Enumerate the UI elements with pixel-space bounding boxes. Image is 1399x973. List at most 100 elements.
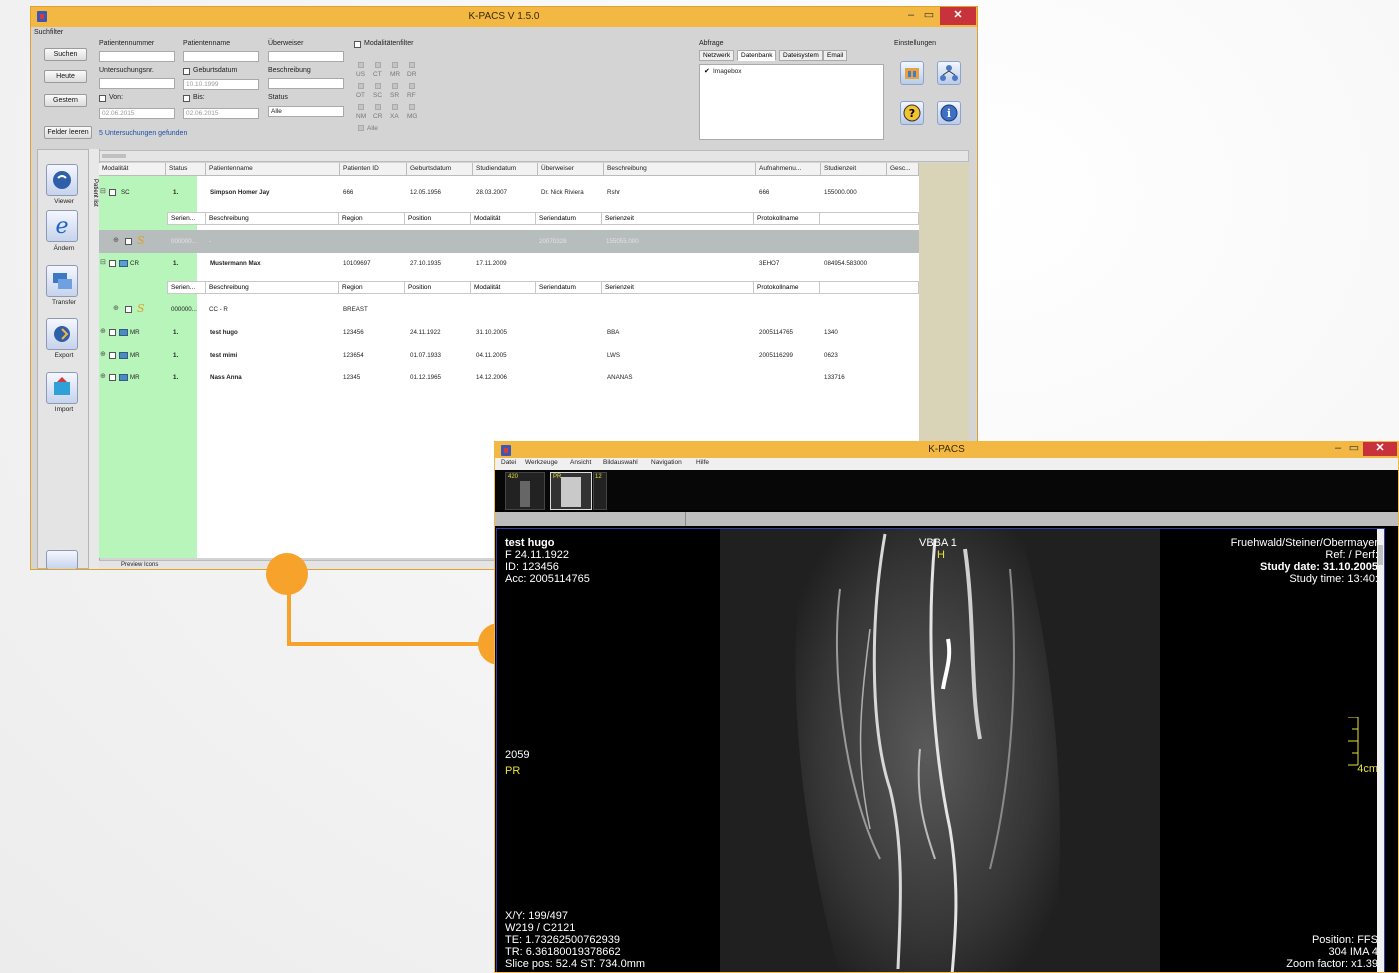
minimize-button[interactable]: – <box>903 7 919 25</box>
status-select[interactable]: Alle <box>268 106 344 117</box>
patient-name-input[interactable] <box>183 51 259 62</box>
col-referrer[interactable]: Überweiser <box>538 163 604 175</box>
modality-checkbox[interactable] <box>375 104 381 110</box>
maximize-button[interactable]: ▭ <box>921 7 937 25</box>
image-viewport[interactable]: test hugo F 24.11.1922 ID: 123456 Acc: 2… <box>496 528 1385 972</box>
viewer-button[interactable] <box>46 164 78 196</box>
row-checkbox[interactable] <box>109 260 116 267</box>
edit-button[interactable]: e <box>46 210 78 242</box>
help-icon[interactable]: ? <box>900 101 924 125</box>
modality-checkbox[interactable] <box>409 104 415 110</box>
from-checkbox[interactable] <box>99 95 106 102</box>
subcol-series-date[interactable]: Seriendatum <box>536 213 602 224</box>
tab-filesystem[interactable]: Dateisystem <box>779 50 823 61</box>
to-checkbox[interactable] <box>183 95 190 102</box>
expand-icon[interactable]: ⊕ <box>113 236 119 244</box>
modality-all-checkbox[interactable] <box>358 125 364 131</box>
transfer-button[interactable] <box>46 265 78 297</box>
row-checkbox[interactable] <box>109 189 116 196</box>
modality-checkbox[interactable] <box>392 104 398 110</box>
col-study-time[interactable]: Studienzeit <box>821 163 887 175</box>
subcol-series-time[interactable]: Serienzeit <box>602 282 754 293</box>
thumbnail-active[interactable]: PR <box>550 472 592 510</box>
thumbnail[interactable]: 12 <box>593 472 607 510</box>
expand-icon[interactable]: ⊟ <box>100 258 106 266</box>
birth-date-checkbox[interactable] <box>183 68 190 75</box>
maximize-button[interactable]: ▭ <box>1347 442 1361 456</box>
table-row[interactable]: ⊕ MR 1. test mimi 123654 01.07.1933 04.1… <box>99 350 919 362</box>
col-patient-id[interactable]: Patienten ID <box>340 163 407 175</box>
modality-checkbox[interactable] <box>392 83 398 89</box>
subcol-protocol[interactable]: Protokollname <box>754 213 820 224</box>
expand-icon[interactable]: ⊕ <box>113 304 119 312</box>
query-list-item[interactable]: Imagebox <box>713 68 742 75</box>
table-row[interactable]: ⊕ MR 1. test hugo 123456 24.11.1922 31.1… <box>99 327 919 339</box>
to-date-input[interactable]: 02.06.2015 <box>183 108 259 119</box>
menu-help[interactable]: Hilfe <box>696 459 709 466</box>
table-row[interactable]: ⊕ S 000000... CC - R BREAST <box>99 302 919 316</box>
yesterday-button[interactable]: Gestern <box>44 94 87 107</box>
settings-network-icon[interactable] <box>937 61 961 85</box>
row-checkbox[interactable] <box>109 352 116 359</box>
patient-number-input[interactable] <box>99 51 175 62</box>
row-checkbox[interactable] <box>109 374 116 381</box>
subcol-series[interactable]: Serien... <box>168 282 206 293</box>
tab-database[interactable]: Datenbank <box>737 50 777 61</box>
referrer-input[interactable] <box>268 51 344 62</box>
search-button[interactable]: Suchen <box>44 48 87 61</box>
col-accession[interactable]: Aufnahmenu... <box>756 163 821 175</box>
export-button[interactable] <box>46 318 78 350</box>
col-status[interactable]: Status <box>166 163 206 175</box>
col-study-date[interactable]: Studiendatum <box>473 163 538 175</box>
row-checkbox[interactable] <box>109 329 116 336</box>
thumbnail[interactable]: 420 <box>505 472 545 510</box>
clear-fields-button[interactable]: Felder leeren <box>44 126 92 139</box>
row-checkbox[interactable] <box>125 306 132 313</box>
col-birth-date[interactable]: Geburtsdatum <box>407 163 473 175</box>
modality-checkbox[interactable] <box>358 104 364 110</box>
menu-file[interactable]: Datei <box>501 459 516 466</box>
close-button[interactable]: ✕ <box>940 7 976 25</box>
modality-checkbox[interactable] <box>409 83 415 89</box>
col-patient-name[interactable]: Patientenname <box>206 163 340 175</box>
mri-image[interactable] <box>720 529 1160 972</box>
modality-checkbox[interactable] <box>358 83 364 89</box>
subcol-description[interactable]: Beschreibung <box>206 282 339 293</box>
exam-number-input[interactable] <box>99 78 175 89</box>
birth-date-input[interactable]: 10.10.1999 <box>183 79 259 90</box>
subcol-protocol[interactable]: Protokollname <box>754 282 820 293</box>
col-modality[interactable]: Modalität <box>99 163 166 175</box>
subcol-series[interactable]: Serien... <box>168 213 206 224</box>
subcol-region[interactable]: Region <box>339 282 405 293</box>
table-row[interactable]: ⊟ SC 1. Simpson Homer Jay 666 12.05.1956… <box>99 187 919 199</box>
menu-navigation[interactable]: Navigation <box>651 459 682 466</box>
subcol-series-date[interactable]: Seriendatum <box>536 282 602 293</box>
query-list[interactable]: ✔ Imagebox <box>699 64 884 140</box>
modality-checkbox[interactable] <box>409 62 415 68</box>
toolbar-grip[interactable] <box>102 154 126 158</box>
close-button[interactable]: ✕ <box>1363 442 1397 456</box>
viewport-scrollbar[interactable] <box>1377 529 1384 972</box>
info-icon[interactable]: i <box>937 101 961 125</box>
menu-tools[interactable]: Werkzeuge <box>525 459 558 466</box>
subcol-position[interactable]: Position <box>405 282 471 293</box>
tab-network[interactable]: Netzwerk <box>699 50 735 61</box>
modality-checkbox[interactable] <box>375 62 381 68</box>
description-input[interactable] <box>268 78 344 89</box>
search-small-icon[interactable] <box>46 550 78 569</box>
expand-icon[interactable]: ⊕ <box>100 372 106 380</box>
subcol-position[interactable]: Position <box>405 213 471 224</box>
today-button[interactable]: Heute <box>44 70 87 83</box>
modality-checkbox[interactable] <box>375 83 381 89</box>
subcol-description[interactable]: Beschreibung <box>206 213 339 224</box>
row-checkbox[interactable] <box>125 238 132 245</box>
import-button[interactable] <box>46 372 78 404</box>
table-row[interactable]: ⊕ MR 1. Nass Anna 12345 01.12.1965 14.12… <box>99 372 919 384</box>
expand-icon[interactable]: ⊕ <box>100 327 106 335</box>
subcol-region[interactable]: Region <box>339 213 405 224</box>
minimize-button[interactable]: – <box>1331 442 1345 456</box>
modality-checkbox[interactable] <box>392 62 398 68</box>
scrollbar-thumb[interactable] <box>1378 545 1383 565</box>
tab-email[interactable]: Email <box>823 50 848 61</box>
from-date-input[interactable]: 02.06.2015 <box>99 108 175 119</box>
